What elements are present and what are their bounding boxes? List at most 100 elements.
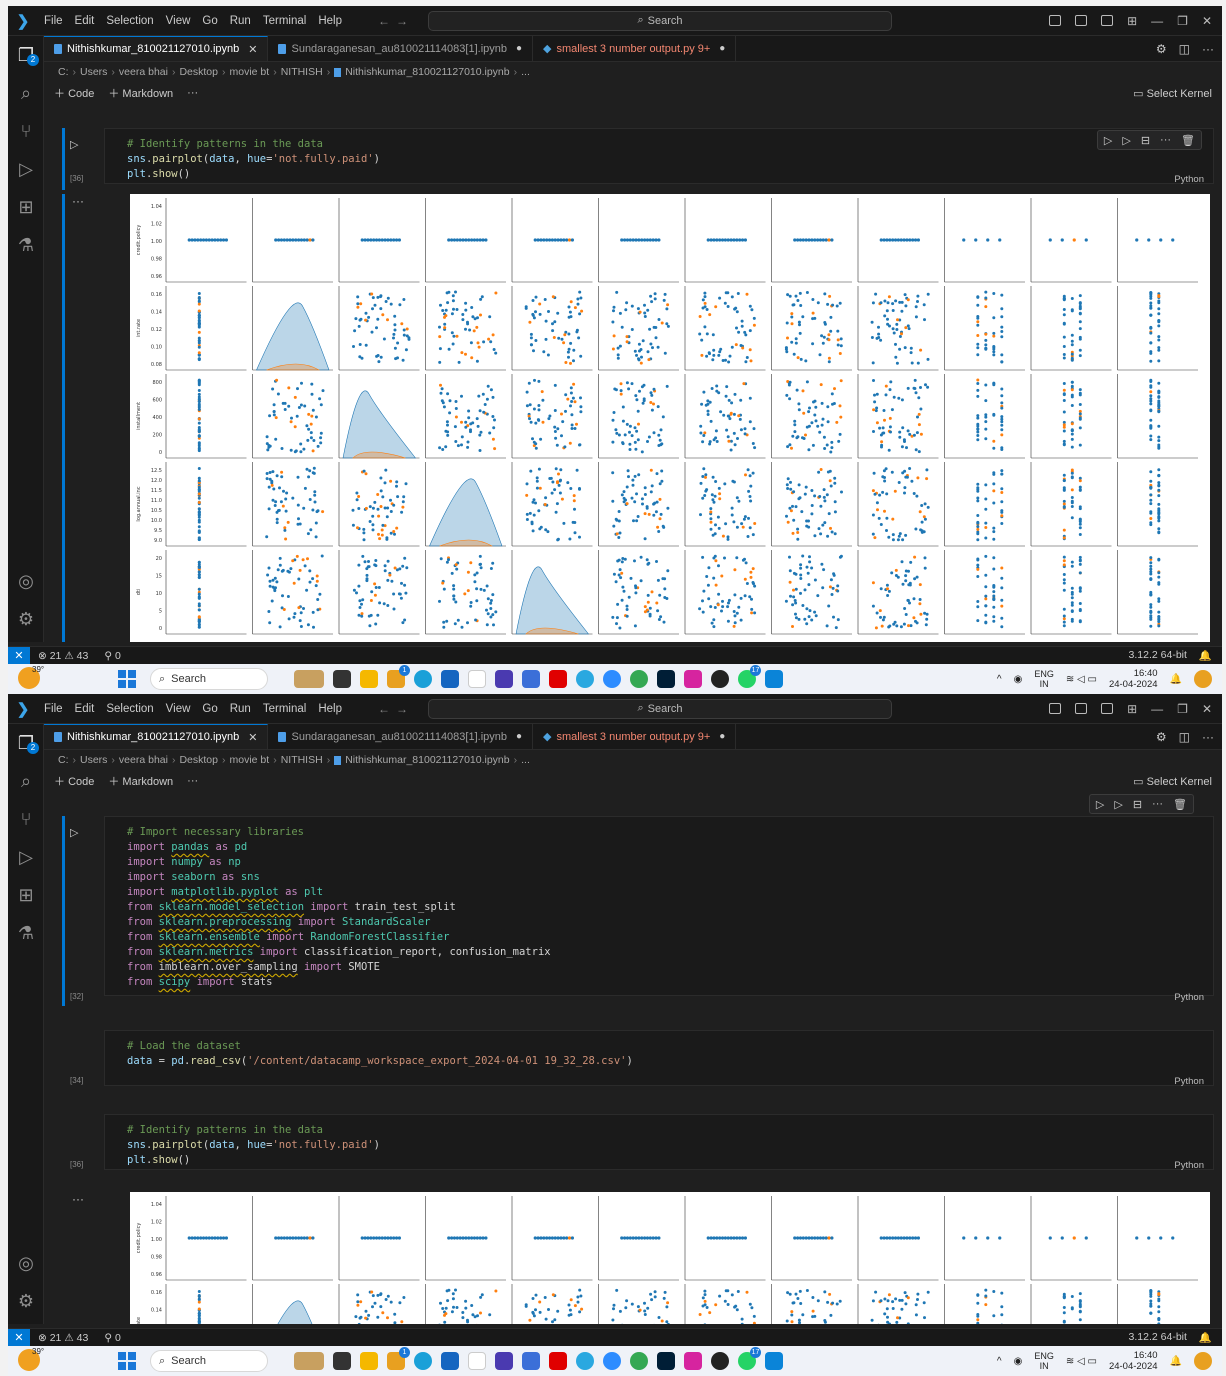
- command-center-search[interactable]: ⌕ Search: [427, 698, 892, 719]
- vscode-taskbar-icon[interactable]: [765, 1352, 783, 1370]
- weather-widget[interactable]: 39°: [18, 1347, 48, 1374]
- nav-arrows-icon[interactable]: ←→: [378, 702, 414, 716]
- toggle-sidebar-icon[interactable]: [1049, 703, 1062, 714]
- widgets-icon[interactable]: [294, 670, 324, 688]
- whatsapp-icon[interactable]: 17: [738, 665, 761, 688]
- close-window-icon[interactable]: ✕: [1202, 14, 1212, 28]
- instagram-icon[interactable]: [684, 670, 702, 688]
- output-more-icon[interactable]: ···: [72, 1192, 84, 1206]
- search-view-icon[interactable]: ⌕: [8, 74, 44, 112]
- unsaved-dot-icon[interactable]: ●: [719, 43, 725, 54]
- breadcrumb-item[interactable]: ...: [521, 66, 530, 78]
- youtube-icon[interactable]: [549, 670, 567, 688]
- ports-indicator[interactable]: ⚲ 0: [96, 1332, 128, 1344]
- notifications-bell-icon[interactable]: 🔔: [1199, 1331, 1212, 1344]
- tab-nithishkumar-notebook[interactable]: Nithishkumar_810021127010.ipynb ✕: [44, 724, 269, 749]
- settings-gear-icon[interactable]: ⚙: [1156, 42, 1167, 56]
- photos-icon[interactable]: [522, 1352, 540, 1370]
- add-code-cell-button[interactable]: ＋ Code: [54, 85, 94, 101]
- input-language[interactable]: ENG IN: [1034, 1351, 1054, 1371]
- menu-file[interactable]: File: [38, 703, 69, 715]
- command-center-search[interactable]: ⌕ Search: [427, 10, 892, 31]
- remote-indicator-icon[interactable]: ✕: [8, 1328, 30, 1347]
- split-cell-icon[interactable]: ⊟: [1133, 798, 1142, 811]
- app-k-icon[interactable]: [711, 670, 729, 688]
- copilot-icon[interactable]: [1194, 670, 1212, 688]
- run-below-icon[interactable]: ▷: [1122, 134, 1130, 147]
- teams-icon[interactable]: 1: [387, 1347, 410, 1370]
- unsaved-dot-icon[interactable]: ●: [516, 731, 522, 742]
- delete-cell-icon[interactable]: 🗑: [1181, 134, 1195, 147]
- cell-more-icon[interactable]: ···: [1152, 798, 1163, 810]
- toggle-sidebar-icon[interactable]: [1049, 15, 1062, 26]
- pairplot-cell[interactable]: ▷ # Identify patterns in the data sns.pa…: [62, 128, 1222, 190]
- vscode-taskbar-icon[interactable]: [765, 670, 783, 688]
- testing-icon[interactable]: ⚗: [8, 914, 44, 952]
- testing-icon[interactable]: ⚗: [8, 226, 44, 264]
- tab-smallest-3-number-py[interactable]: ◆ smallest 3 number output.py 9+ ●: [533, 36, 737, 61]
- unsaved-dot-icon[interactable]: ●: [516, 43, 522, 54]
- explorer-icon[interactable]: ❐ 2: [8, 724, 44, 762]
- tab-sundaraganesan-notebook[interactable]: Sundaraganesan_au810021114083[1].ipynb ●: [268, 724, 534, 749]
- amazon-music-icon[interactable]: [495, 670, 513, 688]
- restore-icon[interactable]: ❐: [1177, 702, 1188, 716]
- cell-language[interactable]: Python: [1174, 1076, 1204, 1087]
- source-control-icon[interactable]: ⑂: [8, 112, 44, 150]
- breadcrumb-item[interactable]: Nithishkumar_810021127010.ipynb: [345, 754, 509, 766]
- manage-gear-icon[interactable]: ⚙: [8, 1282, 44, 1320]
- add-code-cell-button[interactable]: ＋ Code: [54, 773, 94, 789]
- breadcrumb-item[interactable]: C:: [58, 66, 69, 78]
- canva-icon[interactable]: [576, 670, 594, 688]
- edge-icon[interactable]: [414, 670, 432, 688]
- tab-nithishkumar-notebook[interactable]: Nithishkumar_810021127010.ipynb ✕: [44, 36, 269, 61]
- notification-bell-icon[interactable]: 🔔: [1170, 674, 1182, 685]
- breadcrumb-item[interactable]: Desktop: [179, 754, 218, 766]
- problems-indicator[interactable]: ⊗ 21 ⚠ 43: [30, 1332, 96, 1344]
- explorer-icon[interactable]: ❐ 2: [8, 36, 44, 74]
- breadcrumb-item[interactable]: veera bhai: [119, 66, 168, 78]
- tab-sundaraganesan-notebook[interactable]: Sundaraganesan_au810021114083[1].ipynb ●: [268, 36, 534, 61]
- menu-run[interactable]: Run: [224, 703, 257, 715]
- extensions-icon[interactable]: ⊞: [8, 188, 44, 226]
- run-debug-icon[interactable]: ▷: [8, 150, 44, 188]
- tray-chevron-icon[interactable]: ^: [997, 674, 1002, 685]
- photoshop-icon[interactable]: [657, 1352, 675, 1370]
- menu-go[interactable]: Go: [196, 703, 223, 715]
- split-editor-icon[interactable]: ◫: [1179, 42, 1190, 56]
- select-kernel-button[interactable]: ▭ Select Kernel: [1133, 775, 1222, 788]
- menu-terminal[interactable]: Terminal: [257, 703, 312, 715]
- taskbar-search[interactable]: ⌕ Search: [150, 668, 268, 690]
- python-interpreter[interactable]: 3.12.2 64-bit: [1129, 1331, 1187, 1344]
- zoom-icon[interactable]: [603, 670, 621, 688]
- photoshop-icon[interactable]: [657, 670, 675, 688]
- menu-terminal[interactable]: Terminal: [257, 15, 312, 27]
- widgets-icon[interactable]: [294, 1352, 324, 1370]
- menu-edit[interactable]: Edit: [69, 703, 101, 715]
- menu-help[interactable]: Help: [312, 15, 348, 27]
- code-editor[interactable]: # Identify patterns in the data sns.pair…: [104, 128, 1214, 184]
- split-editor-icon[interactable]: ◫: [1179, 730, 1190, 744]
- taskbar-search[interactable]: ⌕ Search: [150, 1350, 268, 1372]
- nav-arrows-icon[interactable]: ←→: [378, 14, 414, 28]
- cell-language[interactable]: Python: [1174, 992, 1204, 1003]
- breadcrumb-item[interactable]: Users: [80, 66, 107, 78]
- edge-icon[interactable]: [414, 1352, 432, 1370]
- breadcrumb-item[interactable]: NITHISH: [281, 754, 323, 766]
- wifi-volume-battery-icon[interactable]: ≋ ◁ ▭: [1066, 1356, 1097, 1367]
- breadcrumb-item[interactable]: C:: [58, 754, 69, 766]
- tray-app-icon[interactable]: ◉: [1014, 1356, 1023, 1367]
- amazon-icon[interactable]: [468, 1352, 486, 1370]
- breadcrumb-item[interactable]: ...: [521, 754, 530, 766]
- toggle-secondary-sidebar-icon[interactable]: [1101, 703, 1114, 714]
- windows-start-icon[interactable]: [118, 1352, 136, 1370]
- settings-gear-icon[interactable]: ⚙: [1156, 730, 1167, 744]
- add-markdown-cell-button[interactable]: ＋ Markdown: [108, 85, 173, 101]
- toolbar-more-icon[interactable]: ···: [187, 775, 198, 787]
- accounts-icon[interactable]: ◎: [8, 562, 44, 600]
- menu-file[interactable]: File: [38, 15, 69, 27]
- whatsapp-icon[interactable]: 17: [738, 1347, 761, 1370]
- teams-icon[interactable]: 1: [387, 665, 410, 688]
- menu-selection[interactable]: Selection: [100, 703, 159, 715]
- output-more-icon[interactable]: ···: [72, 194, 84, 208]
- imports-cell[interactable]: ▷ # Import necessary libraries import pa…: [62, 816, 1222, 1006]
